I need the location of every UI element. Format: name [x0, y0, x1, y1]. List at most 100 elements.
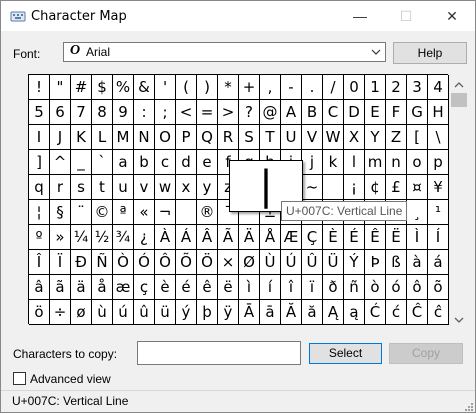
char-cell[interactable]: R [218, 125, 239, 150]
char-cell[interactable]: ö [29, 300, 50, 325]
char-cell[interactable]: H [428, 100, 449, 125]
char-cell[interactable]: È [323, 225, 344, 250]
char-cell[interactable]: _ [71, 150, 92, 175]
char-cell[interactable]: B [302, 100, 323, 125]
char-cell[interactable]: N [134, 125, 155, 150]
char-cell[interactable]: ă [302, 300, 323, 325]
char-cell[interactable]: ã [50, 275, 71, 300]
char-cell[interactable]: 5 [29, 100, 50, 125]
char-cell[interactable]: ¤ [407, 175, 428, 200]
char-cell[interactable]: O [155, 125, 176, 150]
char-cell[interactable]: + [239, 75, 260, 100]
char-cell[interactable]: ¼ [71, 225, 92, 250]
char-cell[interactable]: V [302, 125, 323, 150]
char-cell[interactable]: ¸ [407, 200, 428, 225]
char-cell[interactable]: ê [197, 275, 218, 300]
char-cell[interactable]: s [71, 175, 92, 200]
char-cell[interactable]: Z [386, 125, 407, 150]
char-cell[interactable]: Ö [197, 250, 218, 275]
char-cell[interactable]: t [92, 175, 113, 200]
char-cell[interactable]: û [134, 300, 155, 325]
char-cell[interactable]: § [50, 200, 71, 225]
char-cell[interactable]: º [29, 225, 50, 250]
char-cell[interactable]: E [365, 100, 386, 125]
char-cell[interactable]: r [50, 175, 71, 200]
char-cell[interactable]: q [29, 175, 50, 200]
char-cell[interactable]: . [302, 75, 323, 100]
char-cell[interactable]: ñ [344, 275, 365, 300]
char-cell[interactable]: Å [260, 225, 281, 250]
char-cell[interactable]: ï [302, 275, 323, 300]
char-cell[interactable]: ø [71, 300, 92, 325]
char-cell[interactable]: ù [92, 300, 113, 325]
char-cell[interactable]: ç [134, 275, 155, 300]
char-cell[interactable]: y [197, 175, 218, 200]
char-cell[interactable]: × [218, 250, 239, 275]
char-cell[interactable]: e [197, 150, 218, 175]
char-cell[interactable]: 2 [386, 75, 407, 100]
resize-grip-icon[interactable] [463, 400, 473, 411]
char-cell[interactable]: J [50, 125, 71, 150]
char-cell[interactable]: ~ [302, 175, 323, 200]
grid-scrollbar[interactable] [450, 74, 468, 325]
char-cell[interactable]: x [176, 175, 197, 200]
char-cell[interactable]: Ê [365, 225, 386, 250]
char-cell[interactable]: ¥ [428, 175, 449, 200]
char-cell[interactable]: ß [386, 250, 407, 275]
char-cell[interactable]: Ñ [92, 250, 113, 275]
char-cell[interactable]: & [134, 75, 155, 100]
char-cell[interactable]: < [176, 100, 197, 125]
char-cell[interactable]: Õ [176, 250, 197, 275]
char-cell[interactable]: ½ [92, 225, 113, 250]
char-cell[interactable]: Y [365, 125, 386, 150]
minimize-button[interactable]: — [337, 1, 383, 31]
char-cell[interactable]: * [218, 75, 239, 100]
char-cell[interactable]: ¨ [71, 200, 92, 225]
char-cell[interactable]: ; [155, 100, 176, 125]
char-cell[interactable]: % [113, 75, 134, 100]
char-cell[interactable]: T [260, 125, 281, 150]
char-cell[interactable]: # [71, 75, 92, 100]
char-cell[interactable]: é [176, 275, 197, 300]
scroll-up-icon[interactable] [454, 78, 464, 88]
char-cell[interactable]: w [155, 175, 176, 200]
char-cell[interactable]: Æ [281, 225, 302, 250]
char-cell[interactable]: « [134, 200, 155, 225]
char-cell[interactable]: Í [428, 225, 449, 250]
char-cell[interactable]: o [407, 150, 428, 175]
char-cell[interactable]: Ò [113, 250, 134, 275]
char-cell[interactable]: Ü [323, 250, 344, 275]
char-cell[interactable]: Á [176, 225, 197, 250]
chevron-down-icon[interactable] [370, 46, 382, 58]
char-cell[interactable]: A [281, 100, 302, 125]
char-cell[interactable]: 4 [428, 75, 449, 100]
char-cell[interactable]: Ç [302, 225, 323, 250]
char-cell[interactable]: Û [302, 250, 323, 275]
char-cell[interactable]: = [197, 100, 218, 125]
char-cell[interactable]: 0 [344, 75, 365, 100]
char-cell[interactable]: ` [92, 150, 113, 175]
char-cell[interactable] [323, 175, 344, 200]
char-cell[interactable]: Þ [365, 250, 386, 275]
char-cell[interactable]: À [155, 225, 176, 250]
char-cell[interactable]: ý [176, 300, 197, 325]
char-cell[interactable]: ¡ [344, 175, 365, 200]
char-cell[interactable]: ð [323, 275, 344, 300]
char-cell[interactable]: c [155, 150, 176, 175]
char-cell[interactable]: L [92, 125, 113, 150]
char-cell[interactable]: Ĉ [407, 300, 428, 325]
char-cell[interactable]: Ô [155, 250, 176, 275]
char-cell[interactable]: Ï [50, 250, 71, 275]
char-cell[interactable]: \ [428, 125, 449, 150]
char-cell[interactable]: Ø [239, 250, 260, 275]
char-cell[interactable]: Ù [260, 250, 281, 275]
char-cell[interactable]: Ý [344, 250, 365, 275]
char-cell[interactable]: Ą [323, 300, 344, 325]
char-cell[interactable]: Ð [71, 250, 92, 275]
char-cell[interactable]: ä [71, 275, 92, 300]
char-cell[interactable]: M [113, 125, 134, 150]
char-cell[interactable]: Â [197, 225, 218, 250]
char-cell[interactable]: ú [113, 300, 134, 325]
char-cell[interactable]: ô [407, 275, 428, 300]
char-cell[interactable]: Ë [386, 225, 407, 250]
